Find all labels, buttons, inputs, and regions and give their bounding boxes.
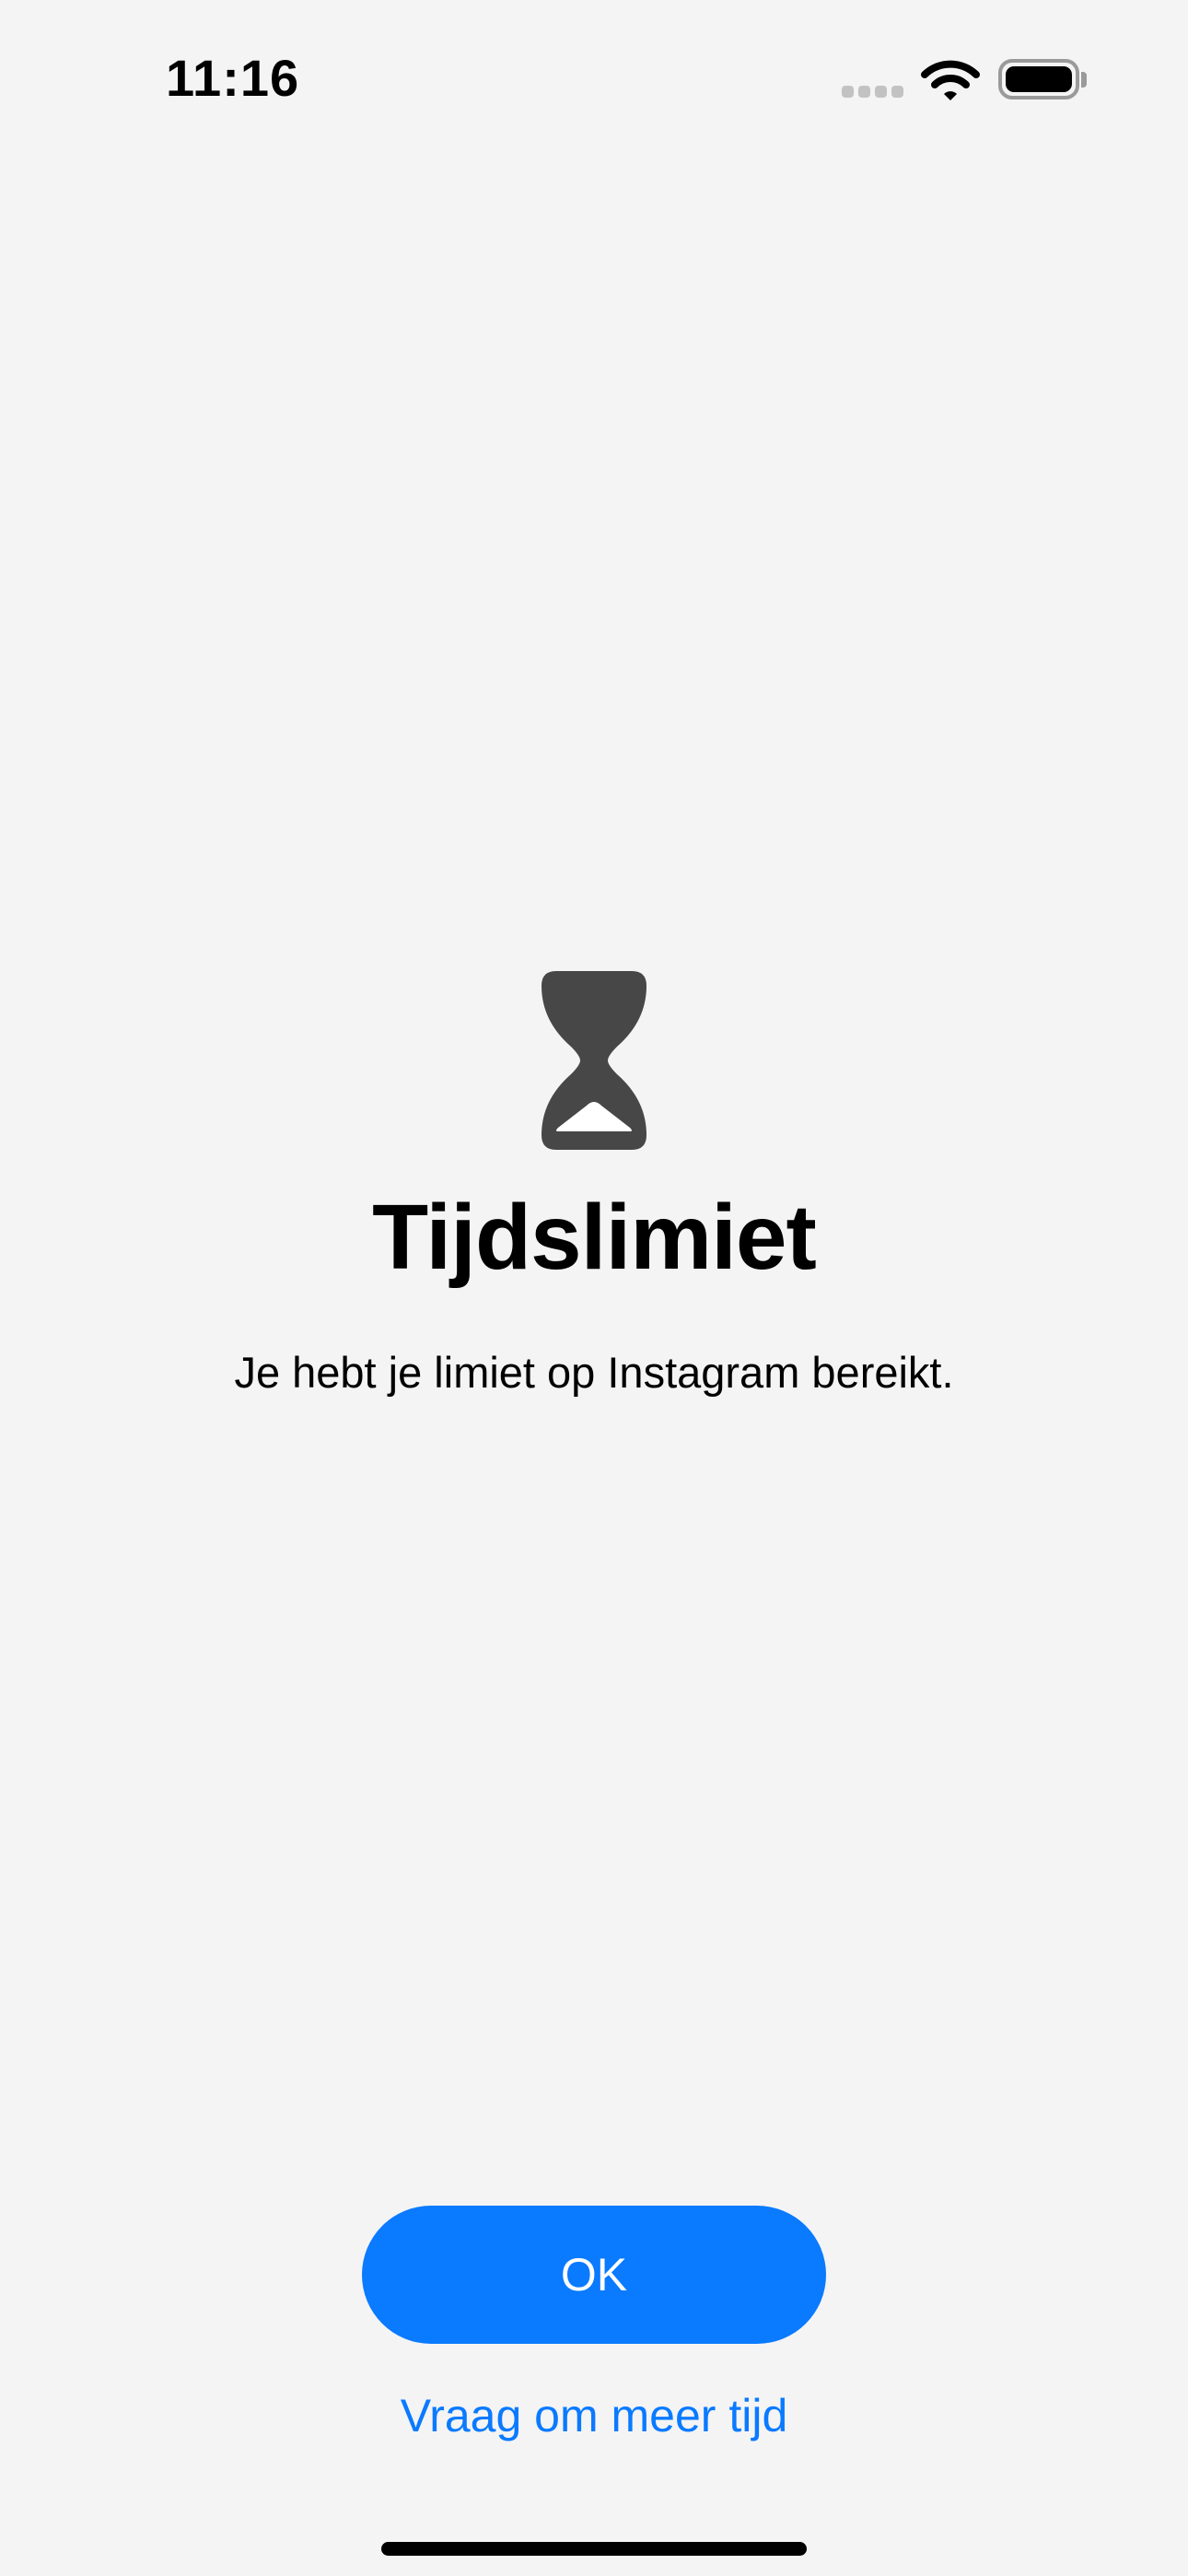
status-time: 11:16 bbox=[166, 49, 300, 107]
home-indicator[interactable] bbox=[381, 2542, 807, 2556]
limit-message: Je hebt je limiet op Instagram bereikt. bbox=[234, 1348, 954, 1397]
status-bar: 11:16 bbox=[0, 0, 1188, 157]
battery-icon bbox=[998, 59, 1079, 100]
wifi-icon bbox=[921, 60, 980, 100]
battery-level bbox=[1006, 66, 1072, 92]
ok-button[interactable]: OK bbox=[362, 2206, 826, 2344]
cellular-signal-icon bbox=[842, 86, 904, 99]
page-title: Tijdslimiet bbox=[372, 1186, 817, 1289]
hourglass-icon bbox=[542, 971, 646, 1150]
ask-more-time-link[interactable]: Vraag om meer tijd bbox=[0, 2386, 1188, 2445]
battery-cap bbox=[1081, 72, 1087, 88]
